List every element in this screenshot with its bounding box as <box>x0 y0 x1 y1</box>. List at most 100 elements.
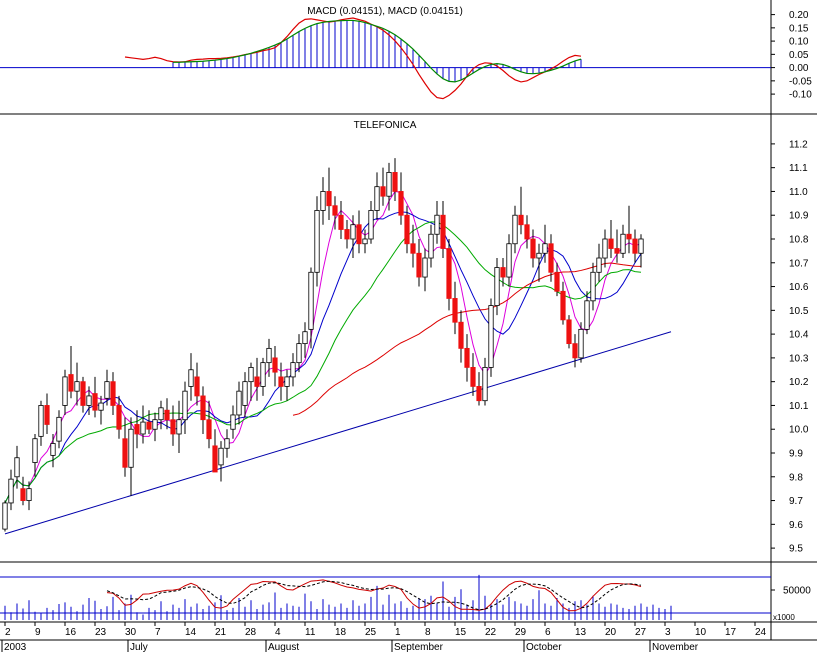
candle-body <box>128 428 134 468</box>
candle-body <box>434 214 440 235</box>
x-tick-label: 27 <box>635 627 647 638</box>
candle-body <box>482 366 488 402</box>
candle-body <box>188 369 194 387</box>
price-ytick-label: 9.8 <box>789 472 803 483</box>
x-tick-label: 16 <box>65 627 77 638</box>
x-tick-label: 9 <box>35 627 41 638</box>
candle-body <box>524 224 530 240</box>
candle-body <box>158 407 164 421</box>
candle-body <box>428 233 434 259</box>
price-ytick-label: 10.7 <box>789 258 809 269</box>
candle-body <box>392 172 398 192</box>
candle-body <box>404 214 410 245</box>
x-tick-label: 22 <box>485 627 497 638</box>
candle-body <box>110 381 116 406</box>
candle-body <box>410 243 416 254</box>
x-tick-label: 17 <box>725 627 737 638</box>
x-tick-label: 2 <box>5 627 11 638</box>
candle-body <box>62 376 68 406</box>
price-ytick-label: 10.4 <box>789 330 809 341</box>
candle-body <box>614 248 620 254</box>
x-tick-label: 4 <box>275 627 281 638</box>
candle-body <box>470 366 476 387</box>
candle-body <box>296 343 302 364</box>
candle-body <box>20 488 26 501</box>
price-ytick-label: 10.1 <box>789 401 809 412</box>
x-tick-label: 10 <box>695 627 707 638</box>
candle-body <box>14 457 20 478</box>
candle-body <box>32 438 38 463</box>
month-label: 2003 <box>4 642 27 652</box>
candle-body <box>332 205 338 216</box>
candle-body <box>8 478 14 504</box>
price-ytick-label: 10.0 <box>789 425 809 436</box>
candle-body <box>146 421 152 430</box>
candle-body <box>80 381 86 406</box>
macd-ytick-label: -0.05 <box>789 76 812 87</box>
candle-body <box>290 362 296 378</box>
candle-body <box>140 421 146 435</box>
candle-body <box>182 390 188 421</box>
candle-body <box>506 243 512 278</box>
price-ytick-label: 11.1 <box>789 163 808 174</box>
candle-body <box>620 233 626 254</box>
candle-body <box>272 357 278 373</box>
price-ytick-label: 10.8 <box>789 235 809 246</box>
candle-body <box>164 409 170 421</box>
candle-body <box>386 172 392 197</box>
candle-body <box>122 438 128 468</box>
candle-body <box>104 381 110 399</box>
candle-body <box>260 362 266 387</box>
candle-body <box>566 319 572 345</box>
candle-body <box>56 416 62 442</box>
candle-body <box>602 238 608 259</box>
candle-body <box>254 376 260 387</box>
candle-body <box>230 414 236 430</box>
candle-body <box>194 376 200 397</box>
x-tick-label: 6 <box>545 627 551 638</box>
candle-body <box>92 393 98 411</box>
candle-body <box>494 267 500 306</box>
price-ytick-label: 9.5 <box>789 544 803 555</box>
x-tick-label: 1 <box>395 627 401 638</box>
candle-body <box>578 328 584 359</box>
candle-body <box>440 214 446 249</box>
candle-body <box>632 238 638 254</box>
candle-body <box>2 502 8 530</box>
month-label: September <box>394 642 444 652</box>
macd-ytick-label: 0.20 <box>789 10 809 21</box>
candle-body <box>26 488 32 501</box>
volume-unit-label: x1000 <box>773 613 795 622</box>
chart-canvas: 0.20 0.15 0.10 0.05 0.00 -0.05 -0.10 9.5 9.6 9.7 9… <box>0 0 817 653</box>
candle-body <box>44 405 50 425</box>
candle-body <box>560 290 566 321</box>
candle-body <box>68 374 74 392</box>
x-tick-label: 8 <box>425 627 431 638</box>
candle-body <box>536 252 542 259</box>
candle-body <box>206 419 212 440</box>
price-ytick-label: 9.7 <box>789 496 803 507</box>
x-tick-label: 21 <box>215 627 227 638</box>
volume-ytick-label: 50000 <box>783 586 811 597</box>
candle-body <box>368 210 374 240</box>
x-tick-label: 3 <box>665 627 671 638</box>
candle-body <box>596 257 602 273</box>
candle-body <box>356 224 362 245</box>
candle-body <box>554 271 560 292</box>
price-ytick-label: 9.9 <box>789 449 803 460</box>
candle-body <box>308 271 314 330</box>
candle-body <box>350 224 356 240</box>
x-tick-label: 29 <box>515 627 527 638</box>
candle-body <box>344 229 350 240</box>
candle-body <box>458 321 464 349</box>
price-ytick-label: 10.6 <box>789 282 809 293</box>
candle-body <box>584 300 590 330</box>
candle-body <box>416 252 422 278</box>
candle-body <box>608 238 614 249</box>
candle-body <box>518 214 524 226</box>
month-label: October <box>526 642 562 652</box>
x-tick-label: 14 <box>185 627 197 638</box>
x-tick-label: 20 <box>605 627 617 638</box>
month-label: July <box>130 642 148 652</box>
price-ytick-label: 11.0 <box>789 187 808 198</box>
